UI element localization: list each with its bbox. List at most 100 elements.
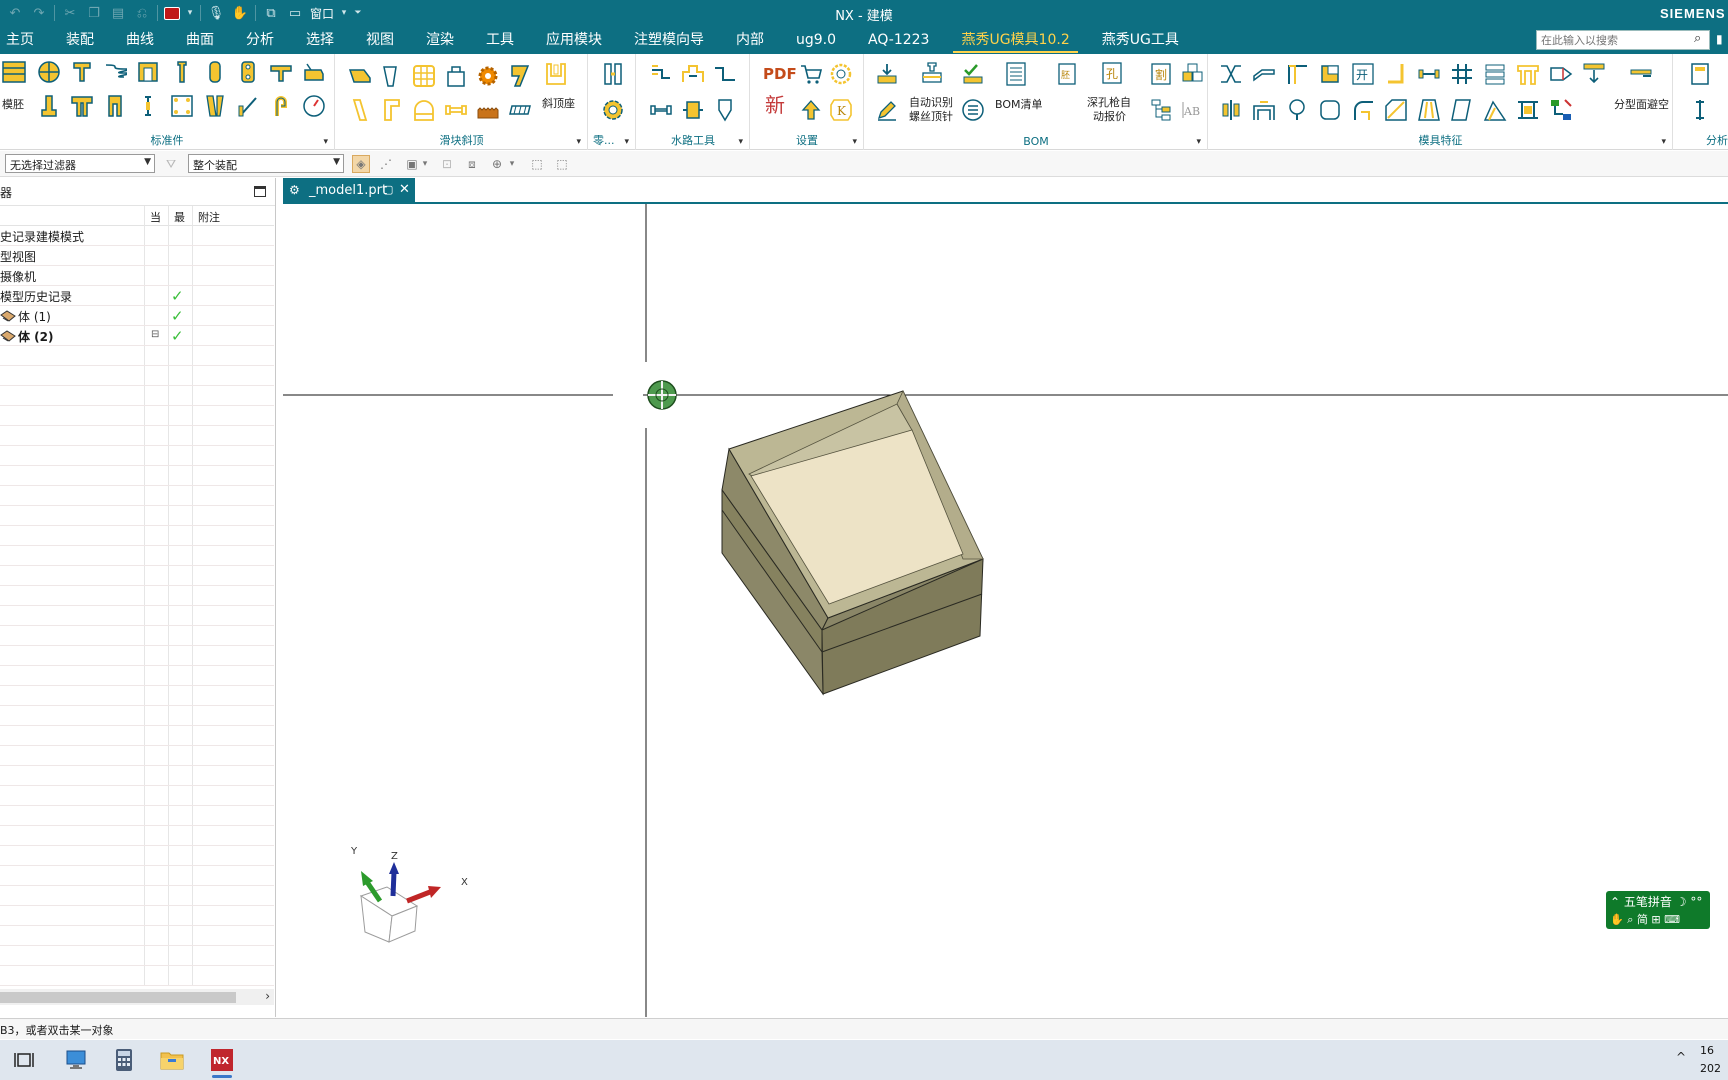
stopper-icon[interactable] bbox=[302, 60, 326, 84]
o-ring-icon[interactable] bbox=[713, 98, 737, 122]
filter-funnel-icon[interactable]: ⛛ bbox=[162, 155, 180, 173]
auto-identify-icon[interactable] bbox=[917, 58, 947, 88]
l-corner-icon[interactable] bbox=[1384, 62, 1408, 86]
list-circle-icon[interactable] bbox=[961, 98, 985, 122]
task-view-icon[interactable] bbox=[8, 1044, 40, 1076]
slider-icon[interactable] bbox=[348, 64, 372, 88]
ab-label-icon[interactable]: AB bbox=[1181, 98, 1205, 122]
column-current[interactable]: 当 bbox=[150, 209, 161, 225]
ribbon-tab[interactable]: ug9.0 bbox=[780, 26, 852, 54]
csys-origin-icon[interactable] bbox=[647, 380, 677, 410]
mold-base-icon[interactable] bbox=[2, 60, 26, 84]
tree-icon[interactable] bbox=[1149, 98, 1173, 122]
k-factor-icon[interactable]: K bbox=[829, 98, 853, 122]
ribbon-tab[interactable]: 内部 bbox=[720, 26, 780, 54]
rack-icon[interactable] bbox=[476, 98, 500, 122]
ribbon-tab[interactable]: 装配 bbox=[50, 26, 110, 54]
file-explorer-icon[interactable] bbox=[156, 1044, 188, 1076]
baffle-icon[interactable] bbox=[681, 62, 705, 86]
navigator-row[interactable]: 史记录建模模式 bbox=[0, 226, 274, 246]
plate-holes-icon[interactable] bbox=[170, 94, 194, 118]
grid-block-icon[interactable] bbox=[412, 64, 436, 88]
edit-list-icon[interactable] bbox=[875, 98, 899, 122]
core-pin-icon[interactable] bbox=[103, 94, 127, 118]
cone-icon[interactable] bbox=[1549, 62, 1573, 86]
keyboard-icon[interactable]: ⌨ bbox=[1664, 913, 1680, 926]
chamfer-icon[interactable] bbox=[1384, 98, 1408, 122]
triad-z-axis[interactable] bbox=[390, 871, 397, 897]
gear-icon[interactable] bbox=[476, 64, 500, 88]
fillet-corner-icon[interactable] bbox=[1351, 98, 1375, 122]
ejector-pin-icon[interactable] bbox=[170, 60, 194, 84]
bracket-rail-icon[interactable] bbox=[1417, 62, 1441, 86]
locating-ring-icon[interactable] bbox=[37, 60, 61, 84]
deep-hole-quote-icon[interactable]: 孔 bbox=[1097, 58, 1127, 88]
parting-avoid-icon[interactable] bbox=[1629, 62, 1653, 86]
select-face-dropdown-icon[interactable]: ▾ bbox=[508, 155, 516, 173]
select-face-icon[interactable]: ⊕ bbox=[488, 155, 506, 173]
skew-block-icon[interactable] bbox=[1450, 98, 1474, 122]
navigator-horizontal-scrollbar[interactable]: › bbox=[0, 989, 274, 1005]
ribbon-tab[interactable]: 注塑模向导 bbox=[618, 26, 720, 54]
stack-icon[interactable] bbox=[1483, 62, 1507, 86]
pin-head-icon[interactable] bbox=[1285, 98, 1309, 122]
angle-pin-icon[interactable] bbox=[236, 94, 260, 118]
t-support-icon[interactable] bbox=[1516, 62, 1540, 86]
arch-block-icon[interactable] bbox=[412, 98, 436, 122]
punctuation-icon[interactable]: °° bbox=[1690, 895, 1702, 909]
support-block-icon[interactable] bbox=[136, 60, 160, 84]
hand-icon[interactable]: ✋ bbox=[1610, 913, 1624, 926]
gauge-icon[interactable] bbox=[302, 94, 326, 118]
lifter-icon[interactable] bbox=[348, 98, 372, 122]
selection-scope-dropdown[interactable]: 整个装配 ▼ bbox=[188, 154, 344, 173]
tray-overflow-icon[interactable]: ^ bbox=[1676, 1050, 1686, 1064]
ribbon-tab[interactable]: 视图 bbox=[350, 26, 410, 54]
triad-x-axis[interactable] bbox=[406, 889, 431, 904]
nx-app-icon[interactable]: NX bbox=[206, 1044, 238, 1078]
ribbon-tab[interactable]: 工具 bbox=[470, 26, 530, 54]
sprue-bushing-icon[interactable] bbox=[70, 60, 94, 84]
import-icon[interactable] bbox=[875, 62, 899, 86]
water-channel-icon[interactable] bbox=[649, 62, 673, 86]
group-expand-icon[interactable]: ▾ bbox=[852, 137, 857, 147]
ribbon-tab[interactable]: 应用模块 bbox=[530, 26, 618, 54]
calculator-app-icon[interactable] bbox=[108, 1044, 140, 1076]
arch-frame-icon[interactable] bbox=[1252, 98, 1276, 122]
wedge-icon[interactable] bbox=[380, 64, 404, 88]
general-selection-icon[interactable]: ◈ bbox=[352, 155, 370, 173]
group-expand-icon[interactable]: ▾ bbox=[624, 137, 629, 147]
snap-point-icon[interactable]: ⋰ bbox=[377, 155, 395, 173]
graphics-window[interactable]: Y Z X bbox=[283, 204, 1728, 1017]
solid-body-box[interactable] bbox=[721, 390, 984, 696]
ime-toolbar[interactable]: ⌃ 五笔拼音 ☽ °° ✋ ⌕ 简 ⊞ ⌨ bbox=[1606, 891, 1710, 929]
command-search-input[interactable] bbox=[1536, 30, 1710, 50]
rounded-box-icon[interactable] bbox=[1318, 98, 1342, 122]
selection-intent-icon[interactable]: ▣ bbox=[403, 155, 421, 173]
ejector-sleeve-icon[interactable] bbox=[37, 94, 61, 118]
ime-mode[interactable]: 五笔拼音 bbox=[1624, 895, 1672, 909]
group-expand-icon[interactable]: ▾ bbox=[1196, 137, 1201, 147]
cut-quote-icon[interactable]: 割 bbox=[1149, 62, 1173, 86]
ribbon-tab[interactable]: 分析 bbox=[230, 26, 290, 54]
view-triad[interactable]: Y Z X bbox=[350, 846, 468, 943]
taper-walls-icon[interactable] bbox=[1417, 98, 1441, 122]
split-arrow-icon[interactable] bbox=[1219, 62, 1243, 86]
maximize-icon[interactable] bbox=[254, 186, 266, 197]
t-slot-icon[interactable] bbox=[70, 94, 94, 118]
guide-bush-icon[interactable] bbox=[203, 60, 227, 84]
l-block-icon[interactable] bbox=[380, 98, 404, 122]
group-expand-icon[interactable]: ▾ bbox=[1661, 137, 1666, 147]
wear-plate-icon[interactable] bbox=[508, 98, 532, 122]
ribbon-tab[interactable]: 燕秀UG模具10.2 bbox=[945, 26, 1085, 54]
system-clock[interactable]: 16 202 bbox=[1700, 1042, 1728, 1078]
inclined-block-icon[interactable] bbox=[508, 64, 532, 88]
ime-simplified[interactable]: 简 ⊞ bbox=[1637, 913, 1661, 926]
pdf-export-button[interactable]: PDF bbox=[763, 67, 797, 82]
ribbon-tab[interactable]: 曲线 bbox=[110, 26, 170, 54]
step-plate-icon[interactable] bbox=[1252, 62, 1276, 86]
heel-block-icon[interactable] bbox=[444, 64, 468, 88]
flag-block-icon[interactable] bbox=[1318, 62, 1342, 86]
select-body-icon[interactable]: ⧈ bbox=[463, 155, 481, 173]
ribbon-tab[interactable]: 曲面 bbox=[170, 26, 230, 54]
puller-icon[interactable] bbox=[236, 60, 260, 84]
